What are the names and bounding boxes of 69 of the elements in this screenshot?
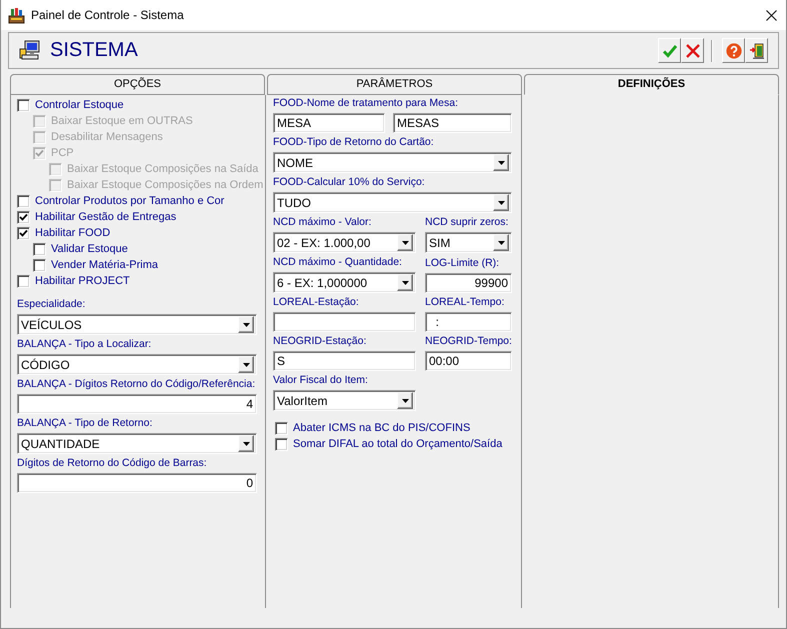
page-title: SISTEMA <box>50 39 139 62</box>
dropdown[interactable]: TUDO <box>273 192 512 213</box>
checkbox-label[interactable]: Habilitar FOOD <box>35 226 110 240</box>
checkbox[interactable] <box>33 258 46 272</box>
field-label: Dígitos de Retorno do Código de Barras: <box>17 456 207 471</box>
field-label: Especialidade: <box>17 297 86 312</box>
field-label: NCD máximo - Valor: <box>273 215 372 230</box>
checkbox-label[interactable]: Vender Matéria-Prima <box>51 258 158 272</box>
field-label: LOG-Limite (R): <box>425 256 500 271</box>
dropdown[interactable]: 6 - EX: 1,000000 <box>273 272 416 293</box>
close-icon[interactable] <box>766 10 777 20</box>
checkbox-label[interactable]: Somar DIFAL ao total do Orçamento/Saída <box>293 437 502 451</box>
number-field[interactable]: 0 <box>17 473 257 493</box>
exit-button[interactable] <box>745 38 768 63</box>
checkmark-icon <box>662 42 678 58</box>
text-field[interactable] <box>273 312 416 332</box>
checkbox-label[interactable]: Habilitar PROJECT <box>35 274 130 288</box>
checkbox-label[interactable]: Controlar Estoque <box>35 98 124 112</box>
help-button[interactable] <box>722 38 745 63</box>
cancel-button[interactable] <box>681 38 704 63</box>
checkbox[interactable] <box>275 422 288 434</box>
text-field[interactable]: MESA <box>273 113 385 133</box>
tab[interactable]: OPÇÕES <box>10 74 265 95</box>
confirm-button[interactable] <box>658 38 681 63</box>
dropdown[interactable]: ValorItem <box>273 390 416 411</box>
text-field[interactable]: 00:00 <box>425 351 512 371</box>
dropdown[interactable]: SIM <box>425 232 512 253</box>
field-label: NCD máximo - Quantidade: <box>273 255 402 270</box>
checkbox[interactable] <box>17 194 30 208</box>
dropdown[interactable]: QUANTIDADE <box>17 433 257 454</box>
dropdown[interactable]: NOME <box>273 152 512 173</box>
checkbox[interactable] <box>17 210 30 224</box>
checkbox-label[interactable]: Abater ICMS na BC do PIS/COFINS <box>293 421 470 435</box>
computer-icon <box>19 40 40 61</box>
field-label: FOOD-Tipo de Retorno do Cartão: <box>273 135 434 150</box>
field-label: NEOGRID-Estação: <box>273 334 366 349</box>
text-field[interactable]: S <box>273 351 416 371</box>
window-title: Painel de Controle - Sistema <box>31 8 185 22</box>
checkbox[interactable] <box>17 274 30 288</box>
checkbox[interactable] <box>17 98 30 112</box>
exit-door-icon <box>748 42 764 58</box>
number-field[interactable]: 99900 <box>425 273 512 293</box>
checkbox[interactable] <box>17 226 30 240</box>
field-label: LOREAL-Estação: <box>273 295 359 310</box>
checkbox-label[interactable]: Validar Estoque <box>51 242 128 256</box>
checkbox-label[interactable]: Habilitar Gestão de Entregas <box>35 210 176 224</box>
field-label: NCD suprir zeros: <box>425 215 508 230</box>
cross-icon <box>684 42 700 58</box>
dropdown[interactable]: 02 - EX: 1.000,00 <box>273 232 416 253</box>
help-icon <box>726 42 742 58</box>
tab[interactable]: PARÂMETROS <box>267 74 522 95</box>
field-label: FOOD-Nome de tratamento para Mesa: <box>273 96 458 111</box>
dropdown[interactable]: CÓDIGO <box>17 354 257 375</box>
tab[interactable]: DEFINIÇÕES <box>524 74 779 95</box>
field-label: BALANÇA - Dígitos Retorno do Código/Referência: <box>17 377 256 392</box>
app-icon <box>8 6 25 24</box>
checkbox-label[interactable]: Controlar Produtos por Tamanho e Cor <box>35 194 224 208</box>
field-label: NEOGRID-Tempo: <box>425 334 512 349</box>
field-label: Valor Fiscal do Item: <box>273 373 368 388</box>
field-label: LOREAL-Tempo: <box>425 295 504 310</box>
field-label: FOOD-Calcular 10% do Serviço: <box>273 175 425 190</box>
checkbox[interactable] <box>275 438 288 450</box>
text-field[interactable]: : <box>425 312 512 332</box>
checkbox[interactable] <box>33 242 46 256</box>
number-field[interactable]: 4 <box>17 394 257 414</box>
field-label: BALANÇA - Tipo de Retorno: <box>17 416 152 431</box>
dropdown[interactable]: VEÍCULOS <box>17 314 257 335</box>
text-field[interactable]: MESAS <box>393 113 512 133</box>
field-label: BALANÇA - Tipo a Localizar: <box>17 337 152 352</box>
